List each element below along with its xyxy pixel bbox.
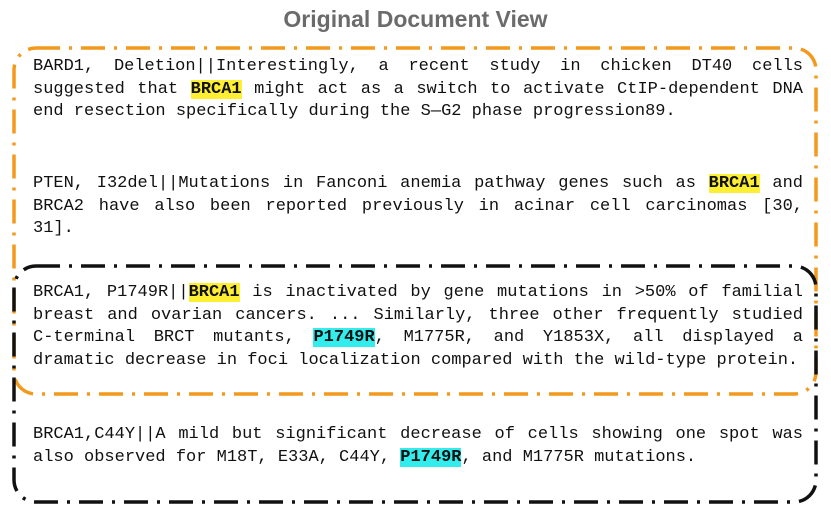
- gene-highlight: BRCA1: [708, 174, 760, 193]
- paragraph-brca1-p1749r: BRCA1, P1749R||BRCA1 is inactivated by g…: [33, 282, 803, 372]
- variant-highlight: P1749R: [400, 447, 462, 467]
- variant-highlight: P1749R: [313, 328, 375, 347]
- paragraph-text-pre: PTEN, I32del||Mutations in Fanconi anemi…: [33, 174, 709, 193]
- paragraph-text-pre: BRCA1, P1749R||: [33, 283, 189, 302]
- paragraph-text-post: , and M1775R mutations.: [461, 447, 697, 467]
- gene-highlight: BRCA1: [188, 283, 240, 302]
- gene-highlight: BRCA1: [190, 79, 242, 99]
- paragraph-bard1: BARD1, Deletion||Interestingly, a recent…: [33, 56, 803, 124]
- paragraph-pten: PTEN, I32del||Mutations in Fanconi anemi…: [33, 173, 803, 241]
- paragraph-brca1-c44y: BRCA1,C44Y||A mild but significant decre…: [33, 424, 803, 469]
